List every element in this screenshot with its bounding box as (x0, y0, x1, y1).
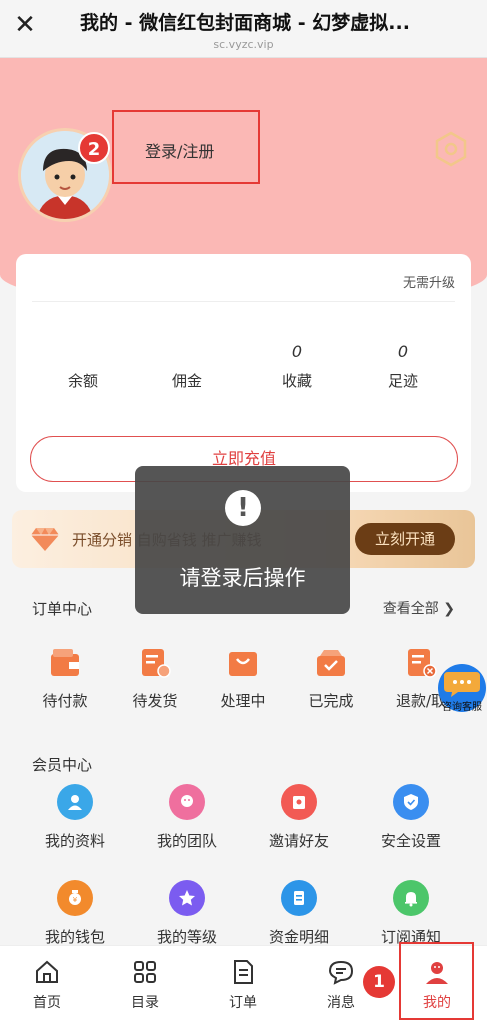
member-label: 我的资料 (44, 832, 105, 850)
delivery-icon (138, 646, 172, 680)
diamond-icon (30, 524, 60, 554)
order-label: 待付款 (42, 692, 88, 710)
member-my-wallet[interactable]: ¥ 我的钱包 (30, 880, 120, 947)
member-label: 资金明细 (268, 928, 329, 946)
member-my-level[interactable]: 我的等级 (142, 880, 232, 947)
account-card: 无需升级 余额 佣金 0 收藏 0 足迹 立即充值 (16, 254, 471, 492)
stat-value (38, 342, 128, 364)
tab-label: 消息 (327, 995, 355, 1011)
tab-catalog[interactable]: 目录 (110, 958, 180, 1012)
user-icon (57, 784, 93, 820)
stat-value: 0 (291, 342, 303, 361)
member-subscription-notice[interactable]: 订阅通知 (366, 880, 456, 947)
member-my-team[interactable]: 我的团队 (142, 784, 232, 851)
bag-icon (226, 646, 260, 680)
grid-icon (131, 958, 159, 986)
login-register-link[interactable]: 登录/注册 (145, 138, 214, 162)
member-my-profile[interactable]: 我的资料 (30, 784, 120, 851)
order-label: 待发货 (132, 692, 178, 710)
close-icon[interactable]: ✕ (12, 12, 38, 38)
annotation-badge-1: 1 (363, 966, 395, 998)
star-icon (169, 880, 205, 916)
tab-label: 订单 (229, 995, 257, 1011)
svg-text:¥: ¥ (73, 896, 78, 904)
order-pending-shipment[interactable]: 待发货 (110, 646, 200, 711)
order-icon (229, 958, 257, 986)
member-security-settings[interactable]: 安全设置 (366, 784, 456, 851)
browser-topbar: ✕ 我的 - 微信红包封面商城 - 幻梦虚拟... sc.vyzc.vip (0, 0, 487, 58)
annotation-badge-2: 2 (78, 132, 110, 164)
stat-footprints[interactable]: 0 足迹 (358, 342, 448, 391)
customer-service-button[interactable]: 咨询客服 (438, 664, 486, 713)
profile-tab-highlight-box (399, 942, 474, 1020)
member-center-title: 会员中心 (32, 756, 93, 774)
member-label: 我的钱包 (44, 928, 105, 946)
login-required-toast: ! 请登录后操作 (135, 466, 350, 614)
stat-label: 佣金 (171, 372, 202, 390)
member-label: 我的等级 (156, 928, 217, 946)
stat-commission[interactable]: 佣金 (142, 342, 232, 391)
page-url: sc.vyzc.vip (213, 38, 274, 51)
stat-label: 余额 (67, 372, 98, 390)
vip-open-button[interactable]: 立刻开通 (355, 523, 455, 555)
shield-icon (393, 784, 429, 820)
stat-label: 足迹 (387, 372, 418, 390)
tab-home[interactable]: 首页 (12, 958, 82, 1012)
stat-value (142, 342, 232, 364)
upgrade-status: 无需升级 (402, 276, 455, 291)
home-icon (33, 958, 61, 986)
exclamation-icon: ! (225, 490, 261, 526)
order-completed[interactable]: 已完成 (286, 646, 376, 711)
member-invite-friends[interactable]: 邀请好友 (254, 784, 344, 851)
member-label: 邀请好友 (268, 832, 329, 850)
wallet-icon (48, 646, 82, 680)
stat-balance[interactable]: 余额 (38, 342, 128, 391)
customer-service-label: 咨询客服 (442, 702, 482, 713)
order-label: 已完成 (308, 692, 354, 710)
member-label: 安全设置 (380, 832, 441, 850)
stat-value: 0 (397, 342, 409, 361)
bell-icon (393, 880, 429, 916)
page-title: 我的 - 微信红包封面商城 - 幻梦虚拟... (80, 12, 410, 34)
wallet-coin-icon: ¥ (57, 880, 93, 916)
box-check-icon (314, 646, 348, 680)
order-center-title: 订单中心 (32, 600, 93, 618)
view-all-orders-link[interactable]: 查看全部 ❯ (383, 598, 455, 618)
invite-icon (281, 784, 317, 820)
order-processing[interactable]: 处理中 (198, 646, 288, 711)
divider (32, 301, 455, 302)
order-pending-payment[interactable]: 待付款 (20, 646, 110, 711)
message-icon (327, 958, 355, 986)
stat-favorites[interactable]: 0 收藏 (252, 342, 342, 391)
member-fund-details[interactable]: 资金明细 (254, 880, 344, 947)
team-icon (169, 784, 205, 820)
ledger-icon (281, 880, 317, 916)
order-label: 处理中 (220, 692, 266, 710)
member-label: 我的团队 (156, 832, 217, 850)
stat-label: 收藏 (281, 372, 312, 390)
tab-orders[interactable]: 订单 (208, 958, 278, 1012)
toast-message: 请登录后操作 (179, 566, 306, 590)
settings-hexagon-icon[interactable] (432, 130, 470, 168)
refund-icon (404, 646, 438, 680)
tab-label: 目录 (131, 995, 159, 1011)
tab-label: 首页 (33, 995, 61, 1011)
